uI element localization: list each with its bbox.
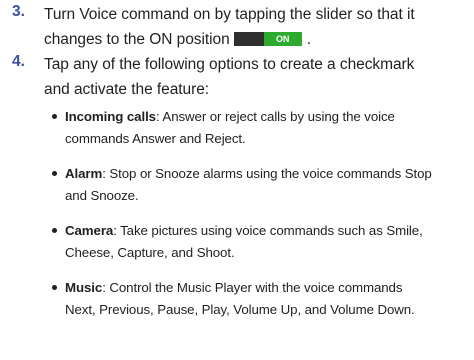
option-text: Alarm: Stop or Snooze alarms using the v…: [65, 163, 470, 207]
option-description: : Control the Music Player with the voic…: [102, 280, 403, 295]
option-text: Incoming calls: Answer or reject calls b…: [65, 106, 470, 150]
option-description: : Stop or Snooze alarms using the voice …: [102, 166, 432, 181]
option-text: Camera: Take pictures using voice comman…: [65, 220, 470, 264]
option-name: Camera: [65, 223, 114, 238]
bullet-icon: [52, 285, 57, 290]
bullet-icon: [52, 228, 57, 233]
bullet-icon: [52, 114, 57, 119]
slider-thumb: ON: [263, 31, 302, 46]
option-text-line: Music: Control the Music Player with the…: [65, 277, 470, 299]
option-text-line: Alarm: Stop or Snooze alarms using the v…: [65, 163, 470, 185]
step-text: Turn Voice command on by tapping the sli…: [44, 2, 464, 52]
option-text-line: Next, Previous, Pause, Play, Volume Up, …: [65, 302, 415, 317]
step-text-line: and activate the feature:: [44, 81, 210, 98]
option-description: : Take pictures using voice commands suc…: [113, 223, 423, 238]
step-text-line: Tap any of the following options to crea…: [44, 56, 415, 73]
option-text: Music: Control the Music Player with the…: [65, 277, 470, 321]
bullet-icon: [52, 171, 57, 176]
step-text-line: Turn Voice command on by tapping the sli…: [44, 6, 415, 23]
step-text-fragment: changes to the ON position: [44, 31, 230, 48]
on-slider-icon: ON: [233, 31, 302, 46]
option-name: Alarm: [65, 166, 103, 181]
option-name: Incoming calls: [65, 109, 156, 124]
manual-page: 3. Turn Voice command on by tapping the …: [0, 0, 474, 360]
step-text-line: changes to the ON position ON.: [44, 27, 464, 52]
step-text-fragment: .: [306, 31, 311, 48]
step-text: Tap any of the following options to crea…: [44, 52, 464, 102]
option-text-line: Incoming calls: Answer or reject calls b…: [65, 106, 470, 128]
option-name: Music: [65, 280, 103, 295]
option-description: : Answer or reject calls by using the vo…: [155, 109, 395, 124]
option-text-line: Cheese, Capture, and Shoot.: [65, 245, 235, 260]
step-number: 3.: [12, 3, 25, 20]
step-number: 4.: [12, 53, 25, 70]
option-text-line: and Snooze.: [65, 188, 139, 203]
option-text-line: commands Answer and Reject.: [65, 131, 246, 146]
option-text-line: Camera: Take pictures using voice comman…: [65, 220, 470, 242]
